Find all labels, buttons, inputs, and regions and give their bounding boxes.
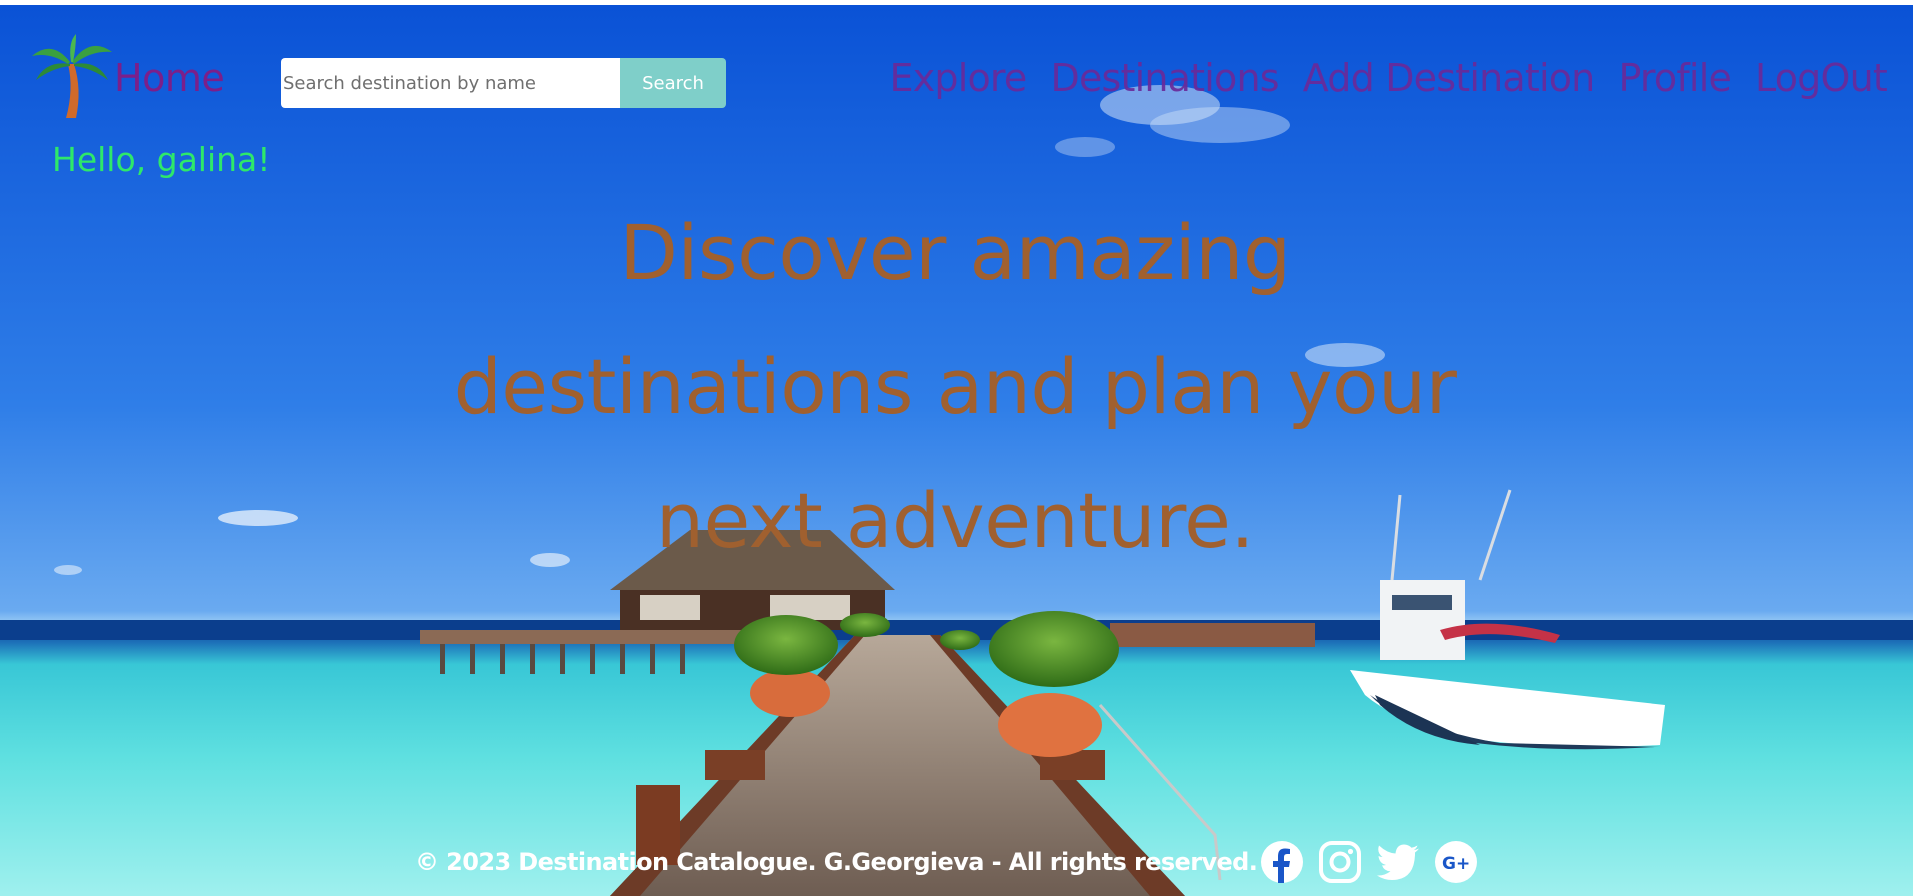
main-nav: Explore Destinations Add Destination Pro… bbox=[889, 56, 1887, 100]
nav-logout[interactable]: LogOut bbox=[1755, 56, 1888, 100]
footer: © 2023 Destination Catalogue. G.Georgiev… bbox=[0, 838, 1913, 890]
page: Home Search Explore Destinations Add Des… bbox=[0, 0, 1913, 896]
facebook-icon[interactable] bbox=[1260, 840, 1304, 884]
hero-headline: Discover amazing destinations and plan y… bbox=[420, 186, 1490, 588]
nav-profile[interactable]: Profile bbox=[1618, 56, 1731, 100]
social-links: G+ bbox=[1260, 840, 1478, 884]
user-greeting: Hello, galina! bbox=[52, 140, 271, 179]
hero-headline-line-1: Discover amazing bbox=[619, 208, 1291, 297]
twitter-icon[interactable] bbox=[1376, 840, 1420, 884]
hero-headline-line-3: next adventure. bbox=[655, 476, 1255, 565]
search-button[interactable]: Search bbox=[620, 58, 726, 108]
search-input[interactable] bbox=[281, 58, 620, 108]
palm-tree-logo-icon[interactable] bbox=[32, 34, 112, 118]
google-plus-icon[interactable]: G+ bbox=[1434, 840, 1478, 884]
nav-destinations[interactable]: Destinations bbox=[1050, 56, 1279, 100]
nav-explore[interactable]: Explore bbox=[889, 56, 1027, 100]
home-link[interactable]: Home bbox=[114, 56, 225, 100]
instagram-icon[interactable] bbox=[1318, 840, 1362, 884]
nav-add-destination[interactable]: Add Destination bbox=[1303, 56, 1596, 100]
copyright-text: © 2023 Destination Catalogue. G.Georgiev… bbox=[415, 848, 1258, 876]
svg-text:G+: G+ bbox=[1442, 854, 1470, 874]
search-form: Search bbox=[281, 58, 726, 108]
hero-headline-line-2: destinations and plan your bbox=[453, 342, 1457, 431]
